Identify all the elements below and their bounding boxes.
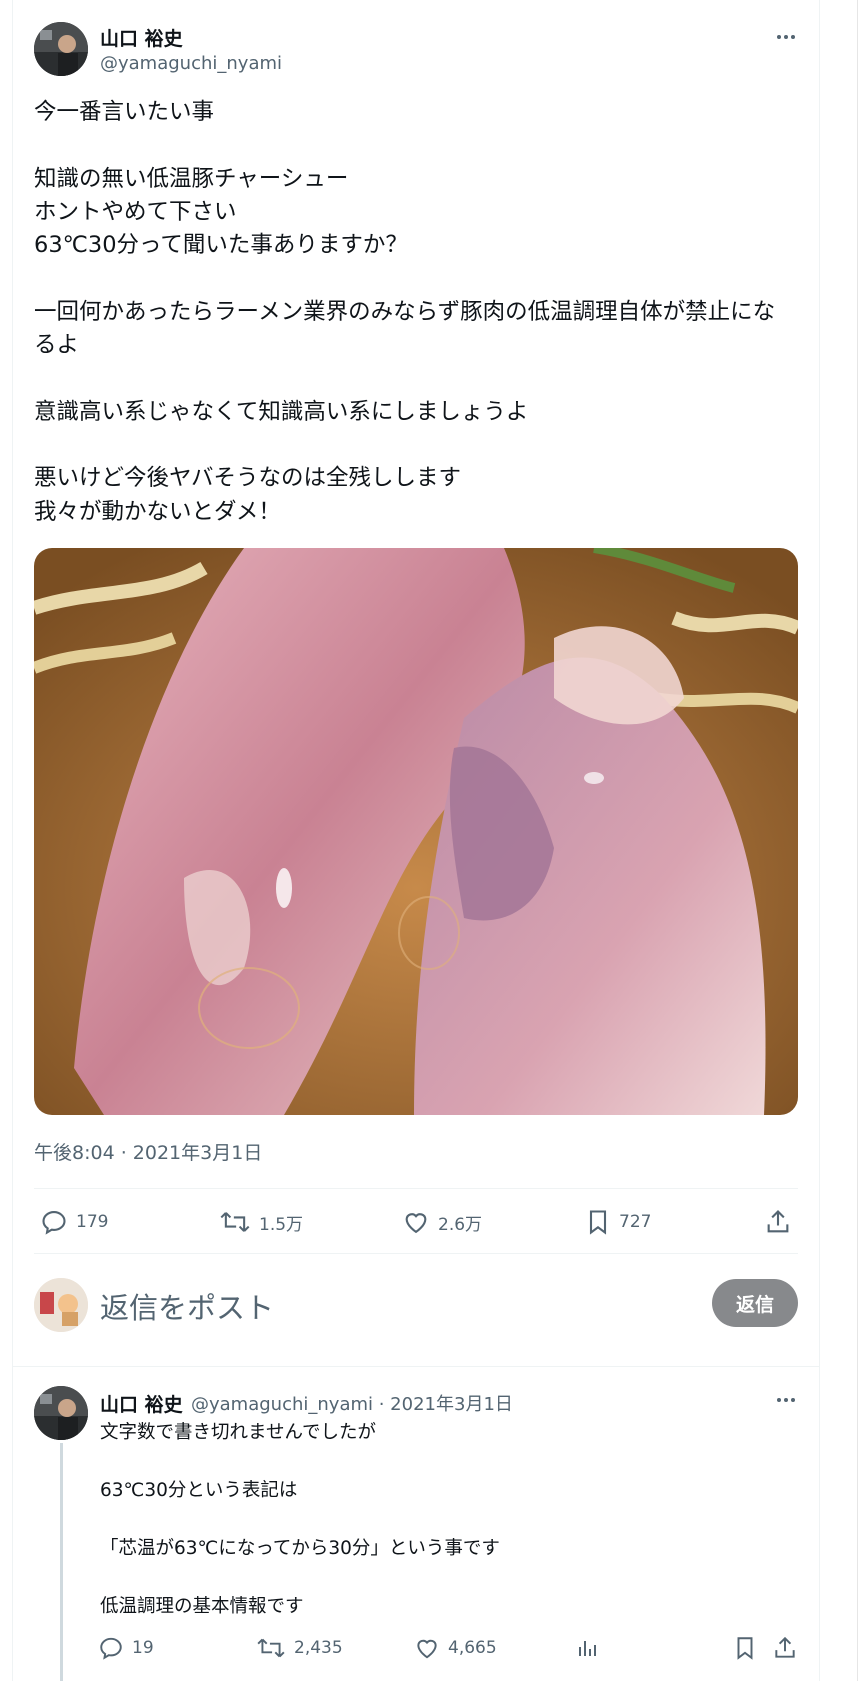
author-handle[interactable]: @yamaguchi_nyami [100,53,282,74]
tweet-line [34,262,814,295]
tweet-line: 我々が動かないとダメ！ [34,498,281,525]
divider [34,1188,798,1189]
tweet-line [34,362,814,395]
bookmark-action[interactable]: 727 [585,1208,651,1236]
author-name[interactable]: 山口 裕史 [100,24,183,51]
reply-share-action[interactable] [772,1635,798,1661]
reply-retweet-action[interactable]: 2,435 [256,1635,343,1661]
bookmark-icon [737,1637,753,1660]
reply-meta[interactable]: @yamaguchi_nyami · 2021年3月1日 [191,1390,513,1416]
tweet-timestamp[interactable]: 午後8:04 · 2021年3月1日 [34,1138,262,1165]
tweet-line [34,129,814,162]
thread-line [60,1443,63,1681]
share-icon [767,1210,789,1233]
reply-line [100,1447,800,1476]
tweet-photo[interactable] [34,548,798,1115]
retweet-icon [257,1638,285,1658]
more-icon[interactable] [771,27,801,47]
reply-action[interactable]: 179 [40,1208,108,1236]
reply-reply-action[interactable]: 19 [98,1635,154,1661]
reply-input[interactable]: 返信をポスト [100,1285,274,1327]
like-icon [405,1213,427,1234]
reply-reply-count: 19 [132,1638,154,1658]
views-icon [579,1641,596,1656]
reply-line: 63℃30分という表記は [100,1480,298,1501]
reply-bookmark-action[interactable] [733,1635,757,1661]
share-action[interactable] [764,1208,792,1236]
bookmark-count: 727 [619,1212,652,1232]
reply-like-action[interactable]: 4,665 [414,1635,497,1661]
tweet-line: 今一番言いたい事 [34,99,215,125]
author-avatar[interactable] [34,22,88,76]
bookmark-icon [589,1210,607,1235]
reply-author-avatar[interactable] [34,1386,88,1440]
like-icon [417,1639,437,1659]
section-divider [12,1366,820,1367]
retweet-action[interactable]: 1.5万 [219,1208,303,1236]
reply-views-action[interactable] [575,1635,599,1661]
tweet-line: 知識の無い低温豚チャーシュー [34,165,349,192]
reply-count: 179 [76,1212,109,1232]
share-icon [775,1636,795,1658]
tweet-line: 63℃30分って聞いた事ありますか？ [34,232,408,259]
reply-retweet-count: 2,435 [294,1638,343,1658]
like-count: 2.6万 [438,1214,483,1235]
retweet-count: 1.5万 [259,1214,304,1235]
reply-button[interactable]: 返信 [712,1279,798,1327]
reply-icon [100,1637,122,1660]
reply-line: 「芯温が63℃になってから30分」という事です [100,1538,500,1559]
reply-author-name[interactable]: 山口 裕史 [100,1390,183,1417]
reply-text: 文字数で書き切れませんでしたが 63℃30分という表記は 「芯温が63℃になって… [100,1418,800,1621]
reply-line: 文字数で書き切れませんでしたが [100,1422,377,1443]
like-action[interactable]: 2.6万 [402,1208,482,1236]
tweet-line: 悪いけど今後ヤバそうなのは全残しします [34,465,462,492]
tweet-line: ホントやめて下さい [34,198,237,225]
reply-line: 低温調理の基本情報です [100,1596,304,1617]
divider [34,1253,798,1254]
reply-like-count: 4,665 [448,1638,497,1658]
tweet-line: 意識高い系じゃなくて知識高い系にしましょうよ [34,398,529,425]
tweet-line: 一回何かあったらラーメン業界のみならず豚肉の低温調理自体が禁止にな [34,298,776,325]
reply-icon [42,1211,66,1235]
side-divider [857,0,858,1681]
tweet-text: 今一番言いたい事 知識の無い低温豚チャーシュー ホントやめて下さい 63℃30分… [34,96,814,529]
reply-line [100,1505,800,1534]
reply-line [100,1563,800,1592]
tweet-line: るよ [34,332,80,359]
retweet-icon [220,1212,250,1232]
tweet-line [34,429,814,462]
more-icon[interactable] [771,1390,801,1410]
current-user-avatar[interactable] [34,1278,88,1332]
